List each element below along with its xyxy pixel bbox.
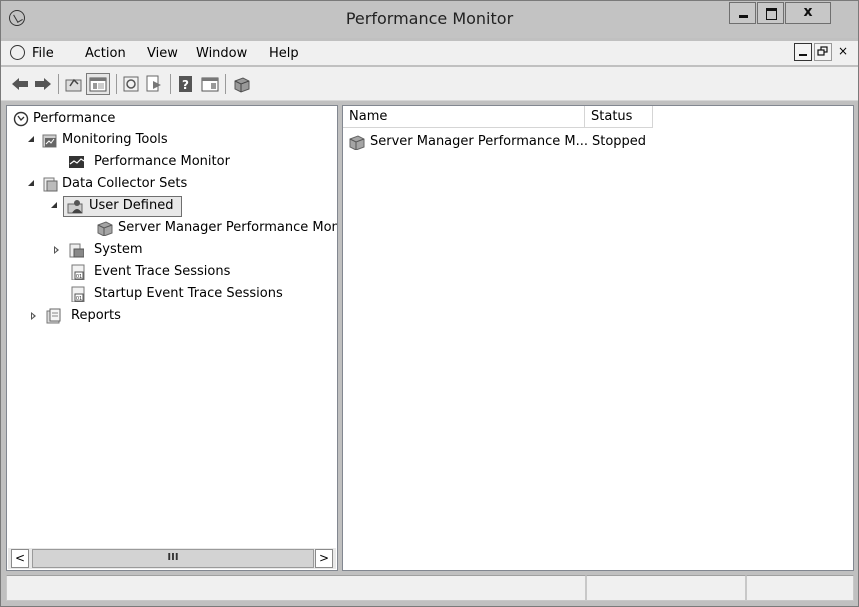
menu-bar: File Action View Window Help × (1, 41, 858, 65)
event-trace-icon: 01 (71, 264, 85, 280)
console-tree-pane: Performance Monitoring Tools Performance… (6, 105, 338, 571)
status-pane-3 (746, 575, 854, 601)
forward-arrow-icon (35, 78, 51, 90)
tree-node-label: System (94, 242, 143, 257)
svg-text:01: 01 (76, 296, 82, 302)
menu-help[interactable]: Help (269, 46, 299, 61)
menu-window[interactable]: Window (196, 46, 247, 61)
console-tree-icon (89, 77, 107, 92)
column-header-status[interactable]: Status (585, 106, 653, 128)
collector-set-icon (349, 135, 365, 150)
toolbar-separator (170, 74, 171, 94)
tree-node-event-trace-sessions[interactable]: 01 Event Trace Sessions (10, 262, 230, 282)
forward-button[interactable] (33, 74, 53, 94)
svg-text:01: 01 (76, 274, 82, 280)
app-window: Performance Monitor File Action View Win… (0, 0, 859, 607)
tree-node-performance[interactable]: Performance (10, 109, 115, 129)
tree-node-label: Startup Event Trace Sessions (94, 286, 283, 301)
tree-node-server-manager-collector[interactable]: Server Manager Performance Moni (10, 218, 337, 238)
refresh-icon (123, 76, 139, 92)
expanded-arrow-icon[interactable] (28, 180, 34, 186)
tree-node-label: Monitoring Tools (62, 132, 168, 147)
back-arrow-icon (12, 78, 28, 90)
tree-node-label: Performance (33, 111, 116, 126)
restore-icon (817, 46, 828, 56)
tree-node-label: Data Collector Sets (62, 176, 188, 191)
status-pane-2 (586, 575, 746, 601)
maximize-button[interactable] (757, 2, 784, 24)
menu-action[interactable]: Action (85, 46, 126, 61)
collapsed-arrow-icon[interactable] (31, 312, 36, 320)
back-button[interactable] (10, 74, 30, 94)
menu-view[interactable]: View (147, 46, 178, 61)
show-hide-action-pane-button[interactable] (199, 74, 221, 94)
performance-app-icon (13, 111, 29, 127)
mdi-buttons: × (794, 43, 852, 62)
action-pane-icon (201, 77, 219, 92)
menu-file[interactable]: File (32, 46, 54, 61)
tree-node-label: Server Manager Performance Moni (118, 220, 337, 235)
tree-node-label: Event Trace Sessions (94, 264, 231, 279)
tree-node-startup-event-trace-sessions[interactable]: 01 Startup Event Trace Sessions (10, 284, 283, 304)
console-tree: Performance Monitoring Tools Performance… (7, 109, 337, 547)
performance-monitor-icon (69, 156, 84, 168)
tree-node-system[interactable]: System (10, 240, 142, 260)
toolbar-separator (116, 74, 117, 94)
scroll-right-button[interactable]: > (315, 549, 333, 568)
tree-node-data-collector-sets[interactable]: Data Collector Sets (10, 174, 187, 194)
up-folder-icon (65, 78, 82, 92)
tree-node-label: User Defined (89, 198, 174, 213)
tree-node-label: Reports (71, 308, 121, 323)
list-item-name: Server Manager Performance M... (370, 134, 589, 149)
title-bar[interactable]: Performance Monitor (1, 1, 858, 38)
user-defined-icon (67, 200, 83, 214)
results-pane: Name Status Server Manager Performance M… (342, 105, 854, 571)
scroll-left-button[interactable]: < (11, 549, 29, 568)
tree-node-reports[interactable]: Reports (10, 306, 121, 326)
show-hide-console-tree-button[interactable] (86, 73, 110, 95)
help-icon: ? (179, 76, 192, 92)
reports-icon (46, 308, 61, 324)
export-list-button[interactable] (144, 74, 164, 94)
collapsed-arrow-icon[interactable] (54, 246, 59, 254)
svg-text:?: ? (182, 78, 189, 92)
tree-node-monitoring-tools[interactable]: Monitoring Tools (10, 130, 168, 150)
monitoring-tools-icon (42, 134, 57, 148)
help-button[interactable]: ? (176, 74, 196, 94)
mdi-restore-button[interactable] (814, 43, 832, 61)
tree-horizontal-scrollbar[interactable]: < III > (8, 548, 336, 569)
list-header: Name Status (343, 106, 853, 128)
collector-set-icon (234, 77, 250, 93)
tree-node-user-defined[interactable]: User Defined (10, 196, 173, 216)
data-collector-sets-icon (43, 177, 58, 192)
system-folder-icon (69, 243, 84, 258)
expanded-arrow-icon[interactable] (51, 202, 57, 208)
mdi-minimize-button[interactable] (794, 43, 812, 61)
scroll-thumb[interactable]: III (32, 549, 314, 568)
close-button[interactable] (785, 2, 831, 24)
new-collector-button[interactable] (232, 74, 252, 94)
system-menu-icon[interactable] (10, 45, 25, 60)
column-header-name[interactable]: Name (343, 106, 585, 128)
status-pane-main (6, 575, 586, 601)
export-list-icon (146, 75, 161, 92)
tree-node-performance-monitor[interactable]: Performance Monitor (10, 152, 230, 172)
expanded-arrow-icon[interactable] (28, 136, 34, 142)
toolbar-separator (58, 74, 59, 94)
toolbar: ? (1, 67, 858, 101)
list-item[interactable]: Server Manager Performance M... Stopped (343, 132, 853, 152)
list-item-status: Stopped (592, 134, 647, 149)
event-trace-icon: 01 (71, 286, 85, 302)
tree-node-label: Performance Monitor (94, 154, 230, 169)
mdi-close-button[interactable]: × (834, 43, 852, 61)
collector-set-icon (97, 221, 113, 236)
refresh-button[interactable] (121, 74, 141, 94)
minimize-button[interactable] (729, 2, 756, 24)
status-bar (6, 575, 854, 601)
toolbar-separator (225, 74, 226, 94)
up-folder-button[interactable] (64, 74, 84, 94)
